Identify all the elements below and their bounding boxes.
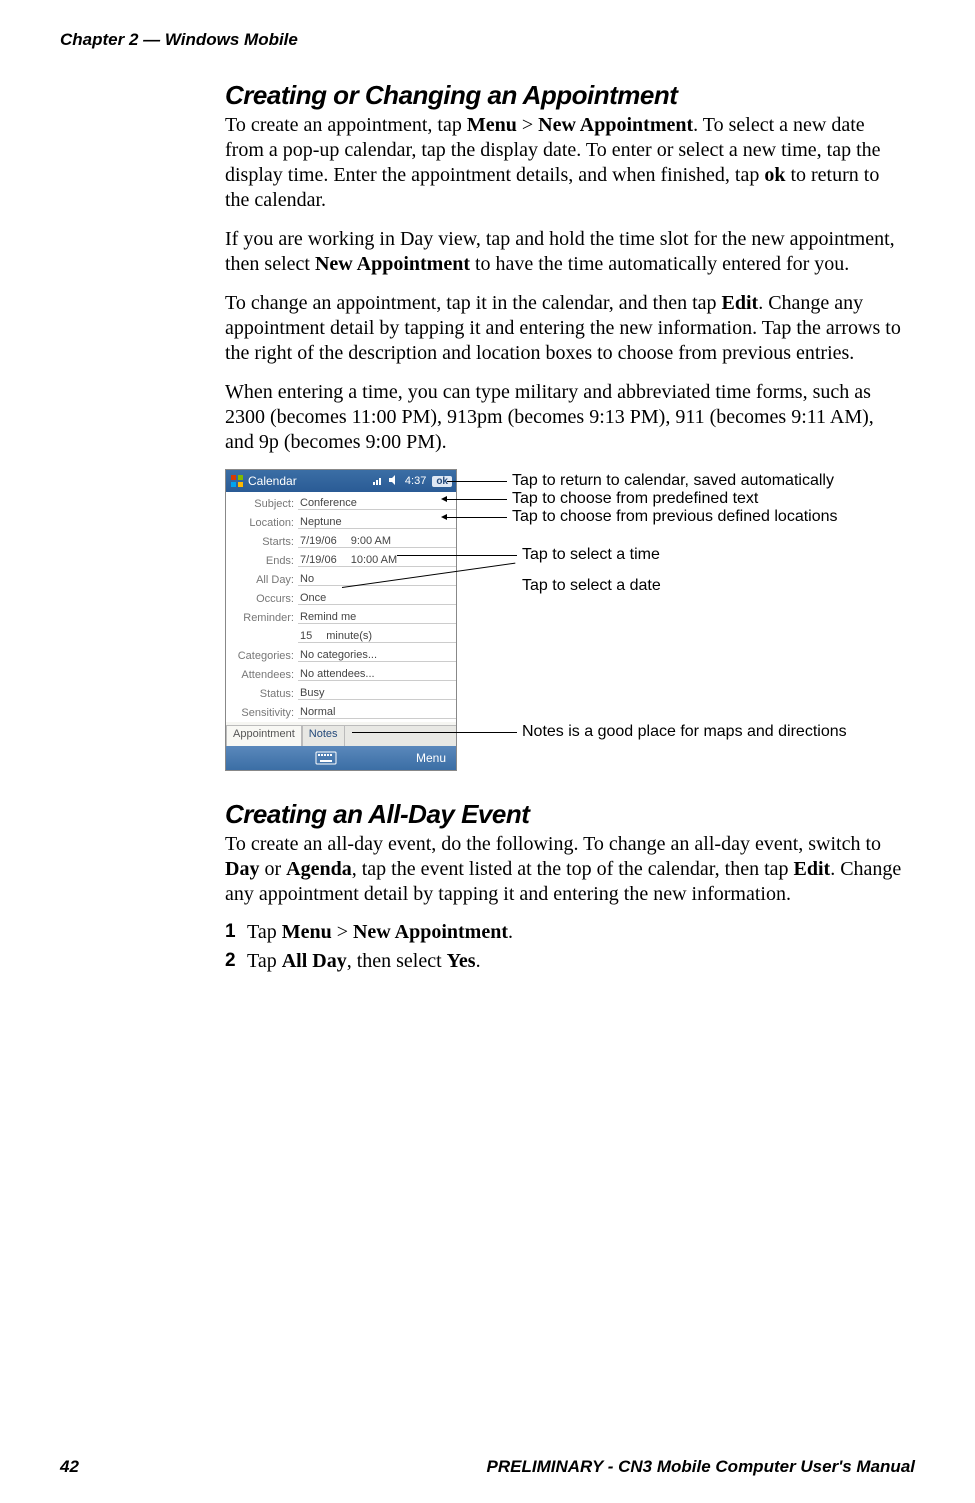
paragraph: When entering a time, you can type milit…: [225, 380, 905, 455]
step-number: 2: [225, 950, 247, 973]
section-title-creating-changing: Creating or Changing an Appointment: [225, 80, 905, 111]
reminder-time-field[interactable]: 15 minute(s): [298, 630, 456, 643]
text: Tap: [247, 950, 282, 972]
ends-date[interactable]: 7/19/06: [300, 554, 337, 566]
text: or: [259, 858, 286, 880]
starts-label: Starts:: [226, 536, 298, 548]
paragraph: If you are working in Day view, tap and …: [225, 227, 905, 277]
sensitivity-field[interactable]: Normal: [298, 706, 456, 719]
annotation-notes: Notes is a good place for maps and direc…: [522, 723, 847, 741]
yes-label: Yes: [447, 950, 476, 972]
annotation-subject: Tap to choose from predefined text: [512, 490, 758, 508]
app-title: Calendar: [248, 474, 297, 488]
occurs-field[interactable]: Once: [298, 592, 456, 605]
ends-label: Ends:: [226, 555, 298, 567]
text: , tap the event listed at the top of the…: [352, 858, 794, 880]
paragraph: To change an appointment, tap it in the …: [225, 291, 905, 366]
callout-line: [352, 732, 517, 733]
reminder-field[interactable]: Remind me: [298, 611, 456, 624]
occurs-label: Occurs:: [226, 593, 298, 605]
status-label: Status:: [226, 688, 298, 700]
reminder-label: Reminder:: [226, 612, 298, 624]
text: To create an appointment, tap: [225, 114, 467, 136]
step-2: 2 Tap All Day, then select Yes.: [225, 950, 905, 973]
ok-label: ok: [764, 164, 785, 186]
section-title-all-day-event: Creating an All-Day Event: [225, 799, 905, 830]
status-field[interactable]: Busy: [298, 687, 456, 700]
location-field[interactable]: Neptune: [298, 516, 456, 529]
keyboard-icon[interactable]: [315, 751, 337, 765]
device-screenshot: Calendar 4:37 ok Subject:Conferen: [225, 469, 457, 771]
subject-field[interactable]: Conference: [298, 497, 456, 510]
all-day-label: All Day: [282, 950, 347, 972]
edit-label: Edit: [794, 858, 831, 880]
text: Tap: [247, 921, 282, 943]
day-label: Day: [225, 858, 259, 880]
menu-softkey[interactable]: Menu: [416, 751, 446, 765]
new-appointment-label: New Appointment: [315, 253, 470, 275]
paragraph: To create an all-day event, do the follo…: [225, 832, 905, 907]
callout-line: [447, 517, 507, 518]
text: >: [332, 921, 353, 943]
text: .: [508, 921, 513, 943]
tab-notes[interactable]: Notes: [302, 725, 345, 746]
document-title: PRELIMINARY - CN3 Mobile Computer User's…: [487, 1457, 915, 1477]
annotation-ok: Tap to return to calendar, saved automat…: [512, 472, 834, 490]
step-number: 1: [225, 921, 247, 944]
text: .: [476, 950, 481, 972]
callout-line: [447, 499, 507, 500]
attendees-field[interactable]: No attendees...: [298, 668, 456, 681]
page-number: 42: [60, 1457, 79, 1477]
paragraph: To create an appointment, tap Menu > New…: [225, 113, 905, 213]
tab-appointment[interactable]: Appointment: [226, 725, 302, 746]
text: To create an all-day event, do the follo…: [225, 833, 881, 855]
text: , then select: [347, 950, 447, 972]
volume-icon: [389, 475, 399, 488]
categories-field[interactable]: No categories...: [298, 649, 456, 662]
location-label: Location:: [226, 517, 298, 529]
new-appointment-label: New Appointment: [353, 921, 508, 943]
signal-icon: [373, 475, 383, 488]
attendees-label: Attendees:: [226, 669, 298, 681]
chapter-header: Chapter 2 — Windows Mobile: [60, 30, 915, 50]
sensitivity-label: Sensitivity:: [226, 707, 298, 719]
annotation-location: Tap to choose from previous defined loca…: [512, 508, 838, 526]
annotation-date: Tap to select a date: [522, 577, 661, 595]
annotation-time: Tap to select a time: [522, 546, 660, 564]
clock-time: 4:37: [405, 475, 426, 487]
agenda-label: Agenda: [286, 858, 352, 880]
reminder-time-unit[interactable]: minute(s): [326, 630, 372, 642]
text: To change an appointment, tap it in the …: [225, 292, 722, 314]
step-1: 1 Tap Menu > New Appointment.: [225, 921, 905, 944]
ends-time[interactable]: 10:00 AM: [351, 554, 397, 566]
new-appointment-label: New Appointment: [538, 114, 693, 136]
starts-field[interactable]: 7/19/06 9:00 AM: [298, 535, 456, 548]
allday-label: All Day:: [226, 574, 298, 586]
callout-line: [397, 555, 517, 556]
menu-label: Menu: [467, 114, 517, 136]
callout-line: [447, 481, 507, 482]
text: >: [517, 114, 538, 136]
subject-label: Subject:: [226, 498, 298, 510]
categories-label: Categories:: [226, 650, 298, 662]
edit-label: Edit: [722, 292, 759, 314]
menu-label: Menu: [282, 921, 332, 943]
window-title-bar: Calendar 4:37 ok: [226, 470, 456, 492]
reminder-time-value[interactable]: 15: [300, 630, 312, 642]
windows-start-icon[interactable]: [230, 474, 244, 488]
starts-time[interactable]: 9:00 AM: [351, 535, 391, 547]
starts-date[interactable]: 7/19/06: [300, 535, 337, 547]
text: to have the time automatically entered f…: [470, 253, 849, 275]
